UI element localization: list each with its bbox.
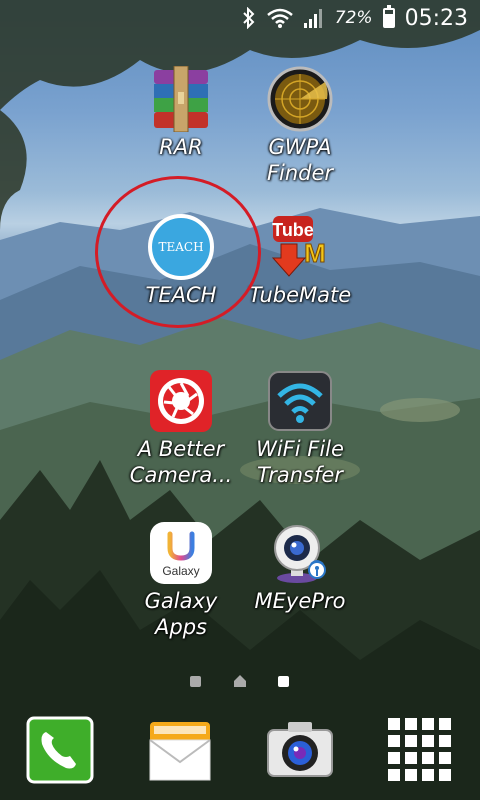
dock-phone[interactable] — [26, 716, 96, 788]
wifi-file-transfer-icon — [267, 368, 333, 434]
page-dot-1[interactable] — [190, 676, 201, 687]
meyepro-icon — [267, 520, 333, 586]
tubemate-icon-letter: M — [304, 238, 326, 268]
wifi-icon — [266, 8, 293, 28]
app-label-tubemate: TubeMate — [248, 283, 352, 307]
gwpa-finder-icon — [267, 66, 333, 132]
signal-icon — [303, 9, 322, 28]
dock-apps[interactable] — [386, 716, 456, 788]
home-page-icon[interactable] — [233, 674, 247, 688]
dock — [0, 706, 480, 800]
app-label-meyepro: MEyePro — [254, 589, 346, 613]
bluetooth-icon — [243, 7, 255, 29]
app-label-gwpa-finder: GWPA Finder — [266, 135, 334, 185]
battery-icon — [382, 5, 395, 28]
battery-percent: 72% — [334, 8, 373, 28]
page-dot-current[interactable] — [278, 676, 289, 687]
a-better-camera-icon — [148, 368, 214, 434]
dock-camera[interactable] — [266, 716, 336, 788]
teach-icon-text: TEACH — [158, 240, 204, 254]
tubemate-icon-tube-text: Tube — [272, 220, 314, 240]
page-indicator — [0, 674, 480, 690]
clock: 05:23 — [404, 5, 468, 31]
messages-icon — [149, 722, 211, 781]
dock-messages[interactable] — [146, 716, 216, 788]
status-bar: 72% 05:23 — [0, 0, 480, 36]
rar-icon — [148, 65, 214, 133]
tubemate-icon: Tube M — [267, 214, 333, 280]
app-gwpa-finder[interactable]: GWPA Finder — [230, 66, 370, 186]
teach-icon: TEACH — [148, 214, 214, 280]
app-tubemate[interactable]: Tube M TubeMate — [230, 214, 370, 308]
app-wifi-file-transfer[interactable]: WiFi File Transfer — [230, 368, 370, 488]
camera-icon — [267, 722, 333, 777]
app-label-wifi-file-transfer: WiFi File Transfer — [256, 437, 344, 487]
app-meyepro[interactable]: MEyePro — [230, 520, 370, 614]
galaxy-apps-icon-text: Galaxy — [162, 564, 199, 578]
battery-level — [384, 14, 393, 26]
galaxy-apps-icon: Galaxy — [148, 520, 214, 586]
phone-icon — [26, 716, 94, 784]
apps-grid-icon — [388, 718, 451, 781]
